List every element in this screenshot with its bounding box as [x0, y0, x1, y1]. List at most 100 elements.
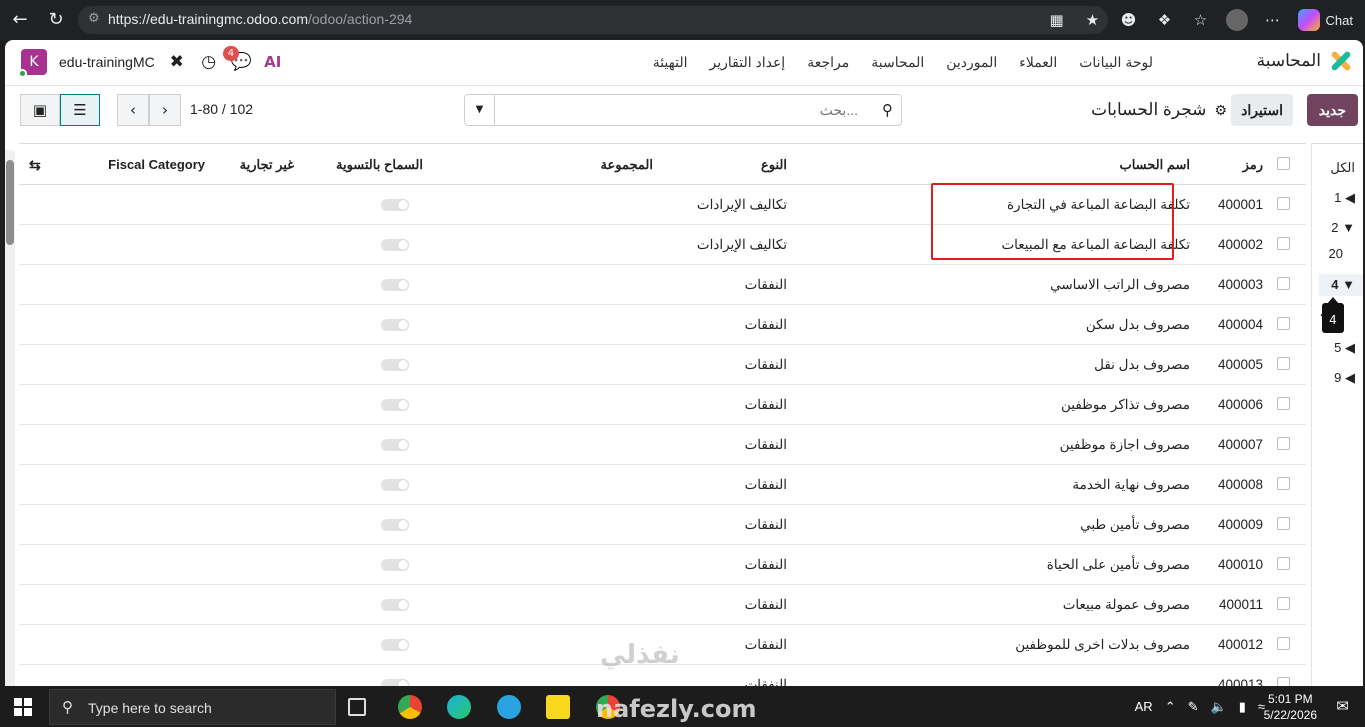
- table-row[interactable]: 400005 مصروف بدل نقل النفقات: [19, 345, 1306, 385]
- app-brand[interactable]: المحاسبة: [1257, 50, 1352, 72]
- pen-icon[interactable]: ✎: [1188, 699, 1199, 715]
- row-checkbox[interactable]: [1277, 517, 1290, 530]
- reconcile-toggle[interactable]: [381, 319, 409, 331]
- menu-accounting[interactable]: المحاسبة: [871, 54, 924, 71]
- side-filter-20[interactable]: 20: [1329, 246, 1343, 261]
- gear-icon[interactable]: ⚙: [1214, 102, 1227, 119]
- chrome-icon[interactable]: [398, 695, 422, 719]
- reconcile-toggle[interactable]: [381, 399, 409, 411]
- row-checkbox[interactable]: [1277, 237, 1290, 250]
- menu-review[interactable]: مراجعة: [807, 54, 849, 71]
- row-checkbox[interactable]: [1277, 277, 1290, 290]
- col-fiscal-category[interactable]: Fiscal Category: [108, 157, 205, 172]
- side-filter-9[interactable]: 9 ◀: [1334, 370, 1355, 386]
- reconcile-toggle[interactable]: [381, 519, 409, 531]
- col-non-trade[interactable]: غير تجارية: [240, 157, 294, 173]
- table-row[interactable]: 400010 مصروف تأمين على الحياة النفقات: [19, 545, 1306, 585]
- reconcile-toggle[interactable]: [381, 199, 409, 211]
- search-icon[interactable]: ⚲: [882, 101, 893, 119]
- reconcile-toggle[interactable]: [381, 239, 409, 251]
- row-checkbox[interactable]: [1277, 597, 1290, 610]
- table-row[interactable]: 400004 مصروف بدل سكن النفقات: [19, 305, 1306, 345]
- extension-avatar-icon[interactable]: ☻: [1118, 9, 1140, 31]
- favorites-icon[interactable]: ☆: [1190, 9, 1212, 31]
- extensions-icon[interactable]: ❖: [1154, 9, 1176, 31]
- site-info-icon[interactable]: ⚙: [88, 11, 100, 26]
- menu-reporting[interactable]: إعداد التقارير: [709, 54, 785, 71]
- row-checkbox[interactable]: [1277, 317, 1290, 330]
- row-checkbox[interactable]: [1277, 677, 1290, 686]
- row-checkbox[interactable]: [1277, 397, 1290, 410]
- more-menu-icon[interactable]: ⋯: [1262, 9, 1284, 31]
- col-group[interactable]: المجموعة: [601, 157, 653, 173]
- side-filter-1[interactable]: 1 ◀: [1334, 190, 1355, 206]
- search-toggle-dropdown[interactable]: ▼: [465, 95, 495, 125]
- pager-value[interactable]: 1-80 / 102: [190, 101, 253, 117]
- table-row[interactable]: 400003 مصروف الراتب الاساسي النفقات: [19, 265, 1306, 305]
- battery-icon[interactable]: ▮: [1239, 699, 1246, 715]
- address-bar[interactable]: ⚙ https://edu-trainingmc.odoo.com/odoo/a…: [78, 6, 1108, 34]
- row-checkbox[interactable]: [1277, 357, 1290, 370]
- task-view-icon[interactable]: [348, 698, 366, 716]
- list-view-icon[interactable]: ☰: [60, 94, 100, 126]
- select-all-checkbox[interactable]: [1277, 157, 1290, 170]
- notifications-icon[interactable]: ✉: [1336, 697, 1349, 715]
- scrollbar-thumb[interactable]: [6, 160, 14, 245]
- row-checkbox[interactable]: [1277, 637, 1290, 650]
- sticky-notes-icon[interactable]: [546, 695, 570, 719]
- search-input[interactable]: [496, 95, 866, 125]
- reconcile-toggle[interactable]: [381, 599, 409, 611]
- taskbar-clock[interactable]: 5:01 PM 5/22/2026: [1264, 691, 1317, 723]
- menu-dashboard[interactable]: لوحة البيانات: [1079, 54, 1153, 71]
- reconcile-toggle[interactable]: [381, 279, 409, 291]
- import-button[interactable]: استيراد: [1231, 94, 1293, 126]
- ai-icon[interactable]: AI: [263, 53, 283, 71]
- side-filter-all[interactable]: الكل: [1330, 160, 1355, 176]
- side-filter-4[interactable]: 4 ▼: [1319, 274, 1363, 296]
- pager-next-icon[interactable]: ›: [149, 94, 181, 126]
- reconcile-toggle[interactable]: [381, 479, 409, 491]
- windows-start-icon[interactable]: [14, 698, 32, 716]
- profile-icon[interactable]: [1225, 9, 1248, 31]
- table-row[interactable]: 400007 مصروف اجازة موظفين النفقات: [19, 425, 1306, 465]
- table-row[interactable]: 400008 مصروف نهاية الخدمة النفقات: [19, 465, 1306, 505]
- activity-clock-icon[interactable]: ◷: [199, 52, 219, 72]
- reconcile-toggle[interactable]: [381, 359, 409, 371]
- table-row[interactable]: 400011 مصروف عمولة مبيعات النفقات: [19, 585, 1306, 625]
- volume-icon[interactable]: 🔈: [1211, 699, 1227, 715]
- menu-configuration[interactable]: التهيئة: [653, 54, 688, 71]
- kanban-view-icon[interactable]: ▣: [20, 94, 60, 126]
- edge-icon[interactable]: [447, 695, 471, 719]
- star-icon[interactable]: ★: [1082, 9, 1104, 31]
- reconcile-toggle[interactable]: [381, 639, 409, 651]
- chat-button[interactable]: Chat: [1297, 9, 1353, 31]
- list-scrollbar[interactable]: [5, 150, 15, 686]
- side-filter-5[interactable]: 5 ◀: [1334, 340, 1355, 356]
- row-checkbox[interactable]: [1277, 477, 1290, 490]
- side-filter-2[interactable]: 2 ▼: [1331, 220, 1355, 235]
- new-button[interactable]: جديد: [1306, 94, 1358, 126]
- menu-vendors[interactable]: الموردين: [946, 54, 997, 71]
- col-type[interactable]: النوع: [761, 157, 787, 173]
- table-row[interactable]: 400006 مصروف تذاكر موظفين النفقات: [19, 385, 1306, 425]
- menu-customers[interactable]: العملاء: [1019, 54, 1057, 71]
- messages-icon[interactable]: 💬 4: [222, 46, 252, 72]
- back-arrow-icon[interactable]: ←: [8, 8, 32, 32]
- col-reconcile[interactable]: السماح بالتسوية: [336, 157, 423, 173]
- col-code[interactable]: رمز: [1243, 157, 1263, 173]
- col-name[interactable]: اسم الحساب: [1119, 157, 1190, 173]
- pager-previous-icon[interactable]: ‹: [117, 94, 149, 126]
- reload-icon[interactable]: ↻: [44, 8, 68, 32]
- database-name[interactable]: edu-trainingMC: [59, 54, 155, 70]
- tray-chevron-icon[interactable]: ⌃: [1165, 699, 1176, 715]
- optional-columns-icon[interactable]: ⇆: [29, 157, 41, 174]
- apps-icon[interactable]: ▦: [1046, 9, 1068, 31]
- row-checkbox[interactable]: [1277, 197, 1290, 210]
- row-checkbox[interactable]: [1277, 557, 1290, 570]
- telegram-icon[interactable]: [497, 695, 521, 719]
- reconcile-toggle[interactable]: [381, 439, 409, 451]
- reconcile-toggle[interactable]: [381, 679, 409, 686]
- taskbar-search[interactable]: ⚲ Type here to search: [49, 689, 336, 725]
- debug-tools-icon[interactable]: ✖: [167, 52, 187, 72]
- user-avatar[interactable]: K: [18, 49, 47, 78]
